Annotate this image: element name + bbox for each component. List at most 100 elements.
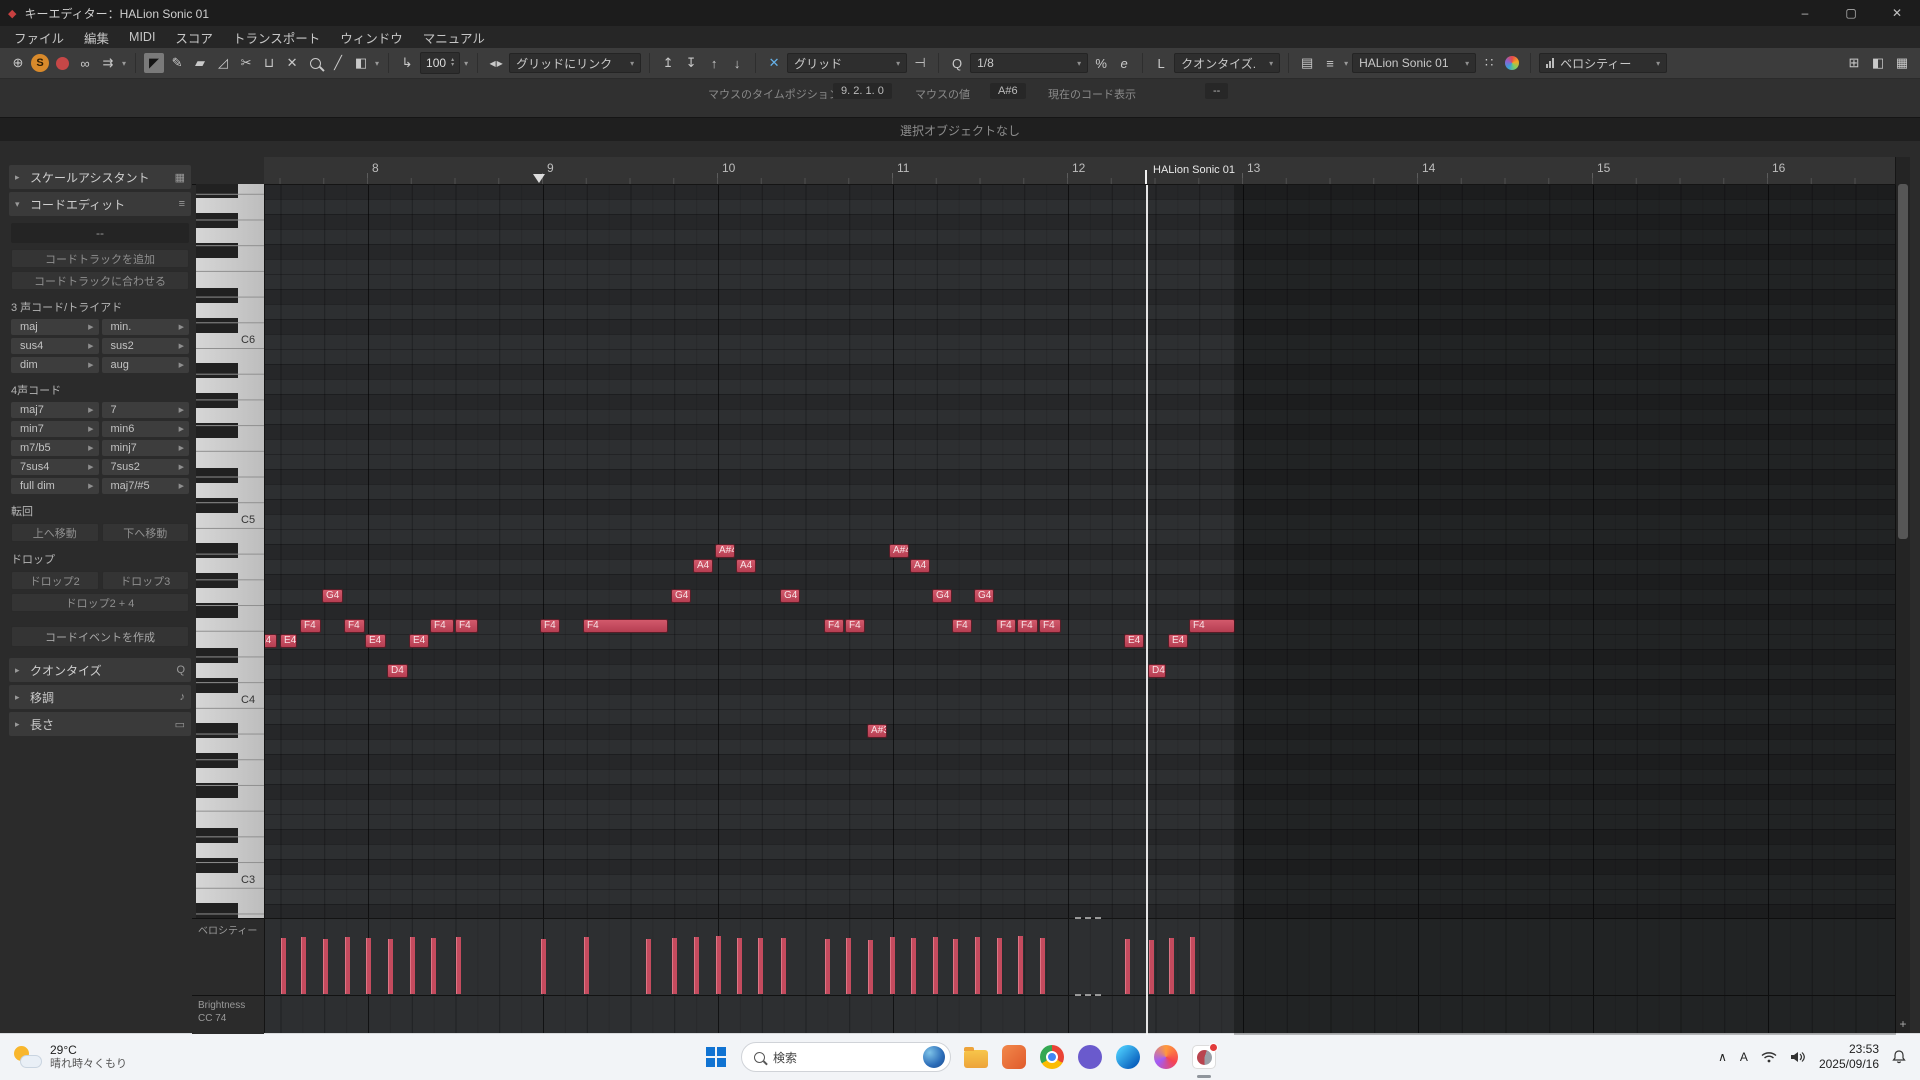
start-button[interactable] bbox=[703, 1044, 729, 1070]
glue-tool[interactable]: ⊔ bbox=[259, 53, 279, 73]
chevron-down-icon[interactable]: ▾ bbox=[464, 59, 468, 68]
section-chord-edit[interactable]: ▾ コードエディット ≡ bbox=[9, 192, 191, 216]
grid-dots-icon[interactable]: ∷ bbox=[1479, 53, 1499, 73]
menu-item-マニュアル[interactable]: マニュアル bbox=[413, 28, 495, 47]
midi-note-A4[interactable]: A4 bbox=[736, 559, 756, 573]
chord-button-7[interactable]: 7▶ bbox=[102, 402, 190, 418]
velocity-bar[interactable] bbox=[1149, 940, 1154, 994]
chord-button-sus4[interactable]: sus4▶ bbox=[11, 338, 99, 354]
midi-note-A#3[interactable]: A#3 bbox=[867, 724, 887, 738]
play-icon[interactable]: ▶ bbox=[88, 444, 93, 452]
taskbar-app-explorer[interactable] bbox=[963, 1044, 989, 1070]
grid-type-dropdown[interactable]: グリッド ▾ bbox=[787, 53, 907, 73]
play-icon[interactable]: ▶ bbox=[179, 323, 184, 331]
velocity-bar[interactable] bbox=[694, 937, 699, 994]
velocity-bar[interactable] bbox=[345, 937, 350, 994]
swing-icon[interactable]: % bbox=[1091, 53, 1111, 73]
vertical-scrollbar[interactable]: + bbox=[1895, 157, 1910, 1034]
section-scale-assistant[interactable]: ▸ スケールアシスタント ▦ bbox=[9, 165, 191, 189]
midi-note-E4[interactable]: E4 bbox=[409, 634, 429, 648]
inversion-button[interactable]: 上へ移動 bbox=[11, 523, 99, 542]
drop-button[interactable]: ドロップ2 bbox=[11, 571, 99, 590]
clock[interactable]: 23:53 2025/09/16 bbox=[1819, 1042, 1879, 1072]
velocity-bar[interactable] bbox=[781, 938, 786, 994]
move-down-button[interactable]: ↓ bbox=[727, 53, 747, 73]
velocity-bar[interactable] bbox=[301, 937, 306, 994]
part-selector-dropdown[interactable]: HALion Sonic 01 ▾ bbox=[1352, 53, 1476, 73]
grid-link-icon[interactable]: ◀▶ bbox=[486, 53, 506, 73]
volume-icon[interactable] bbox=[1790, 1051, 1806, 1063]
taskbar-app-purple[interactable] bbox=[1077, 1044, 1103, 1070]
chord-button-maj7[interactable]: maj7▶ bbox=[11, 402, 99, 418]
quantize-preset-dropdown[interactable]: 1/8 ▾ bbox=[970, 53, 1088, 73]
midi-note-G4[interactable]: G4 bbox=[932, 589, 952, 603]
mute-tool[interactable]: ✕ bbox=[282, 53, 302, 73]
drop-button[interactable]: ドロップ3 bbox=[102, 571, 190, 590]
lane-resize-handle[interactable] bbox=[1075, 994, 1101, 996]
acoustic-feedback-button[interactable] bbox=[52, 53, 72, 73]
midi-note-E4[interactable]: E4 bbox=[280, 634, 297, 648]
play-icon[interactable]: ▶ bbox=[88, 463, 93, 471]
left-zone-toggle-icon[interactable]: ◧ bbox=[1868, 53, 1888, 73]
solo-button[interactable]: S bbox=[31, 54, 49, 72]
ime-indicator[interactable]: A bbox=[1740, 1050, 1748, 1064]
chord-button-7sus4[interactable]: 7sus4▶ bbox=[11, 459, 99, 475]
mirror-icon[interactable]: ✕ bbox=[764, 53, 784, 73]
weather-widget[interactable]: 29°C 晴れ時々くもり bbox=[0, 1043, 139, 1071]
play-icon[interactable]: ▶ bbox=[179, 444, 184, 452]
chord-button-dim[interactable]: dim▶ bbox=[11, 357, 99, 373]
section-length[interactable]: ▸ 長さ ▭ bbox=[9, 712, 191, 736]
cc-lane[interactable] bbox=[264, 995, 1896, 1035]
split-tool[interactable]: ✂ bbox=[236, 53, 256, 73]
spinner-arrows-icon[interactable]: ▴▾ bbox=[451, 58, 454, 68]
length-quantize-icon[interactable]: L bbox=[1151, 53, 1171, 73]
velocity-bar[interactable] bbox=[716, 936, 721, 994]
midi-note-F4[interactable]: F4 bbox=[1039, 619, 1061, 633]
velocity-bar[interactable] bbox=[281, 938, 286, 994]
velocity-bar[interactable] bbox=[431, 938, 436, 994]
move-up-octave-button[interactable]: ↥ bbox=[658, 53, 678, 73]
project-cursor[interactable] bbox=[1146, 185, 1148, 919]
tuplet-icon[interactable]: e bbox=[1114, 53, 1134, 73]
drop-2-4-button[interactable]: ドロップ2 + 4 bbox=[11, 593, 189, 612]
midi-note-F4[interactable]: F4 bbox=[824, 619, 844, 633]
color-tool[interactable]: ◧ bbox=[351, 53, 371, 73]
playhead-marker[interactable] bbox=[533, 174, 545, 183]
play-icon[interactable]: ▶ bbox=[88, 406, 93, 414]
midi-note-G4[interactable]: G4 bbox=[780, 589, 800, 603]
play-icon[interactable]: ▶ bbox=[88, 425, 93, 433]
inversion-button[interactable]: 下へ移動 bbox=[102, 523, 190, 542]
open-lower-zone-icon[interactable]: ⊞ bbox=[1844, 53, 1864, 73]
midi-note-E4[interactable]: E4 bbox=[365, 634, 386, 648]
lane-resize-handle[interactable] bbox=[1075, 917, 1101, 919]
velocity-bar[interactable] bbox=[388, 939, 393, 994]
create-chord-event-button[interactable]: コードイベントを作成 bbox=[11, 626, 189, 647]
chord-button-m7/b5[interactable]: m7/b5▶ bbox=[11, 440, 99, 456]
velocity-bar[interactable] bbox=[997, 938, 1002, 994]
match-chord-track-button[interactable]: コードトラックに合わせる bbox=[11, 271, 189, 290]
zoom-tool[interactable] bbox=[305, 53, 325, 73]
midi-note-E4[interactable]: E4 bbox=[264, 634, 277, 648]
menu-item-ファイル[interactable]: ファイル bbox=[4, 28, 74, 47]
wifi-icon[interactable] bbox=[1761, 1051, 1777, 1063]
chord-button-min.[interactable]: min.▶ bbox=[102, 319, 190, 335]
play-icon[interactable]: ▶ bbox=[179, 406, 184, 414]
velocity-bar[interactable] bbox=[825, 939, 830, 994]
chevron-down-icon[interactable]: ▾ bbox=[1344, 59, 1348, 68]
maximize-button[interactable]: ▢ bbox=[1828, 0, 1874, 26]
grid-link-dropdown[interactable]: グリッドにリンク ▾ bbox=[509, 53, 641, 73]
chord-button-maj[interactable]: maj▶ bbox=[11, 319, 99, 335]
pin-icon[interactable]: ⊕ bbox=[8, 53, 28, 73]
menu-item-トランスポート[interactable]: トランスポート bbox=[223, 28, 330, 47]
midi-note-F4[interactable]: F4 bbox=[455, 619, 478, 633]
play-icon[interactable]: ▶ bbox=[179, 463, 184, 471]
play-icon[interactable]: ▶ bbox=[88, 361, 93, 369]
menu-item-編集[interactable]: 編集 bbox=[74, 28, 119, 47]
line-tool[interactable]: ╱ bbox=[328, 53, 348, 73]
velocity-bar[interactable] bbox=[890, 937, 895, 994]
scrollbar-thumb[interactable] bbox=[1898, 184, 1908, 539]
midi-note-F4[interactable]: F4 bbox=[952, 619, 972, 633]
window-layout-icon[interactable]: ▦ bbox=[1892, 53, 1912, 73]
chord-button-minj7[interactable]: minj7▶ bbox=[102, 440, 190, 456]
velocity-bar[interactable] bbox=[1018, 936, 1023, 994]
